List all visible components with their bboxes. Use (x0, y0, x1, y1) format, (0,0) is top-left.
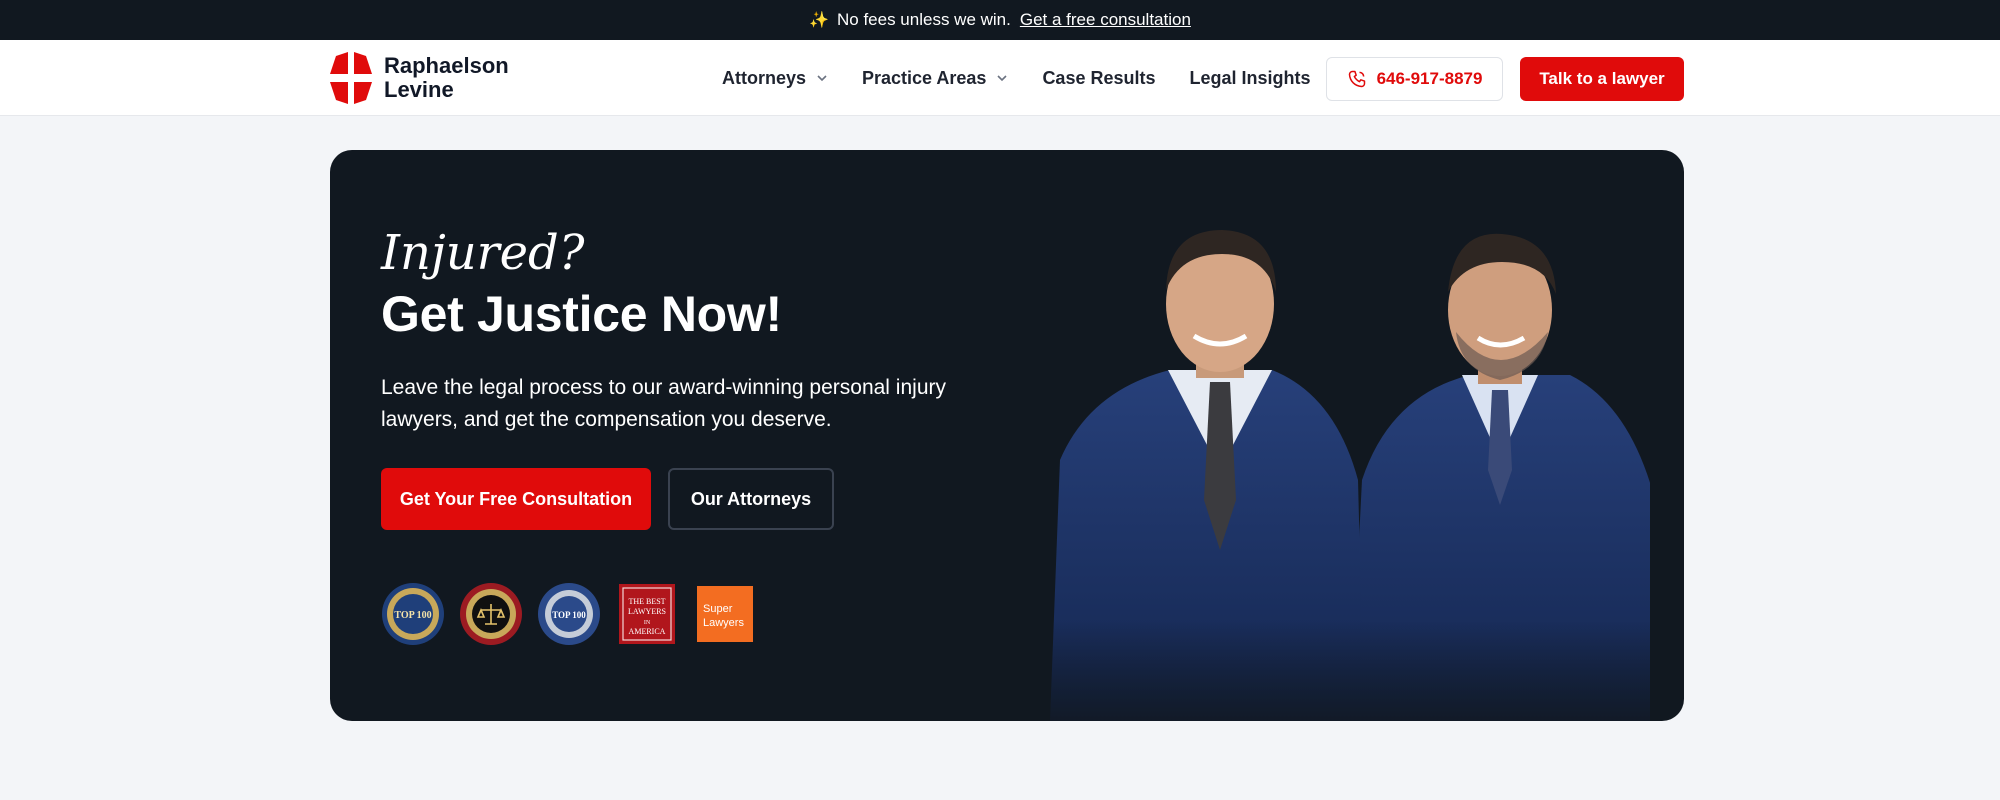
nav-item-label: Case Results (1042, 67, 1156, 88)
phone-icon (1348, 70, 1365, 88)
hero-eyebrow: Injured? (381, 225, 585, 281)
brand-logo[interactable]: Raphaelson Levine (330, 52, 509, 104)
attorneys-photo (1050, 220, 1650, 721)
svg-text:IN: IN (644, 620, 651, 626)
super-lawyers-badge: Super Lawyers (697, 586, 753, 642)
svg-text:THE BEST: THE BEST (628, 597, 665, 606)
best-lawyers-badge: THE BEST LAWYERS IN AMERICA (619, 584, 675, 644)
nav-item-label: Attorneys (722, 67, 807, 88)
sparkle-icon: ✨ (809, 12, 829, 29)
phone-number: 646-917-8879 (1376, 69, 1483, 88)
hero-title: Get Justice Now! (381, 286, 782, 342)
chevron-down-icon (817, 75, 827, 82)
free-consultation-button[interactable]: Get Your Free Consultation (381, 468, 651, 530)
svg-text:TOP 100: TOP 100 (552, 610, 586, 620)
talk-to-lawyer-button[interactable]: Talk to a lawyer (1520, 57, 1684, 101)
nav-item-label: Practice Areas (862, 67, 987, 88)
announcement-bar: ✨ No fees unless we win. Get a free cons… (0, 0, 2000, 40)
nav-item-legal-insights[interactable]: Legal Insights (1190, 68, 1311, 89)
americas-top-100-badge: TOP 100 (538, 583, 600, 645)
phone-button[interactable]: 646-917-8879 (1326, 57, 1503, 101)
svg-text:TOP 100: TOP 100 (394, 610, 431, 621)
our-attorneys-button[interactable]: Our Attorneys (668, 468, 834, 530)
svg-text:Super: Super (703, 603, 733, 615)
nav-item-attorneys[interactable]: Attorneys (722, 68, 828, 89)
site-header: Raphaelson Levine Attorneys Practice Are… (0, 40, 2000, 116)
brand-name-line2: Levine (384, 77, 454, 102)
free-consultation-link[interactable]: Get a free consultation (1020, 10, 1191, 30)
main-nav: Attorneys Practice Areas Case Results Le… (722, 40, 1311, 116)
nav-item-case-results[interactable]: Case Results (1042, 68, 1155, 89)
nav-item-practice-areas[interactable]: Practice Areas (862, 68, 1008, 89)
multi-million-dollar-badge (460, 583, 522, 645)
brand-name: Raphaelson Levine (384, 54, 509, 102)
announcement-text: No fees unless we win. (837, 10, 1011, 29)
svg-text:LAWYERS: LAWYERS (628, 607, 666, 616)
nav-item-label: Legal Insights (1189, 67, 1311, 88)
svg-text:AMERICA: AMERICA (629, 627, 666, 636)
svg-text:Lawyers: Lawyers (703, 617, 744, 629)
hero-description: Leave the legal process to our award-win… (381, 376, 946, 431)
logo-mark-icon (330, 52, 372, 104)
hero-section: Injured? Get Justice Now! Leave the lega… (330, 150, 1684, 721)
top-100-trial-lawyers-badge: TOP 100 (382, 583, 444, 645)
chevron-down-icon (997, 75, 1008, 82)
award-badges: TOP 100 TOP 100 THE BEST LAWYERS IN AMER… (381, 582, 757, 646)
brand-name-line1: Raphaelson (384, 53, 509, 78)
